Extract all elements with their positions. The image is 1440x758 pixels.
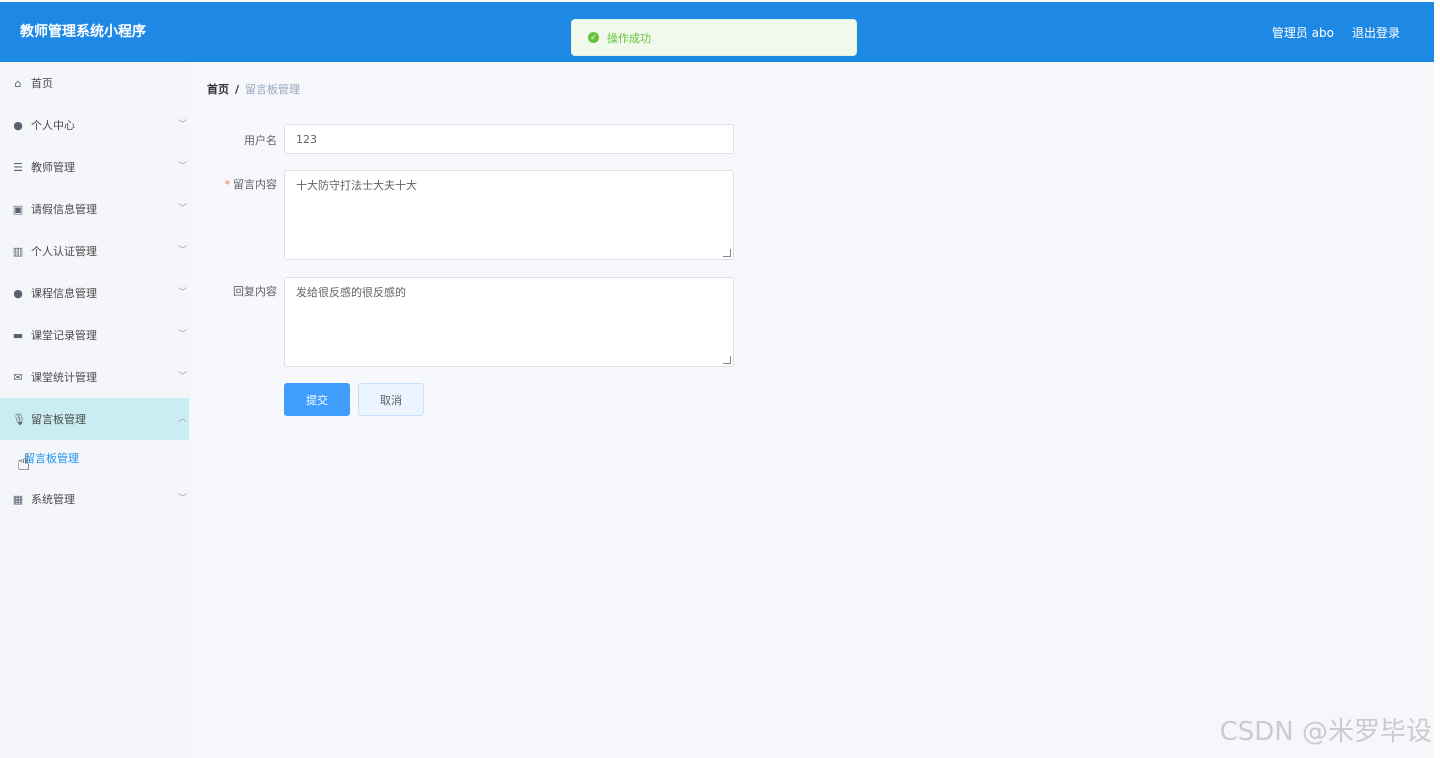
reply-textarea[interactable]: 发给很反感的很反感的 [284,277,734,367]
clipboard-icon: ▣ [12,202,24,216]
breadcrumb-separator: / [235,82,240,96]
grid-icon: ▦ [12,492,24,506]
reply-label: 回复内容 [233,285,277,298]
window-edge [1434,0,1440,758]
required-asterisk: * [224,178,231,191]
cancel-button[interactable]: 取消 [358,383,424,416]
breadcrumb: 首页 / 留言板管理 [207,81,300,97]
sidebar-item-leave-management[interactable]: ▣ 请假信息管理 ﹀ [0,188,189,230]
chevron-down-icon: ﹀ [177,330,187,340]
message-label-text: 留言内容 [233,178,277,191]
username-value: 123 [296,133,317,146]
message-value: 十大防守打法士大夫十大 [296,179,417,192]
resize-handle-icon[interactable] [723,356,731,364]
monitor-icon: ▬ [12,328,24,342]
sidebar-item-teacher-management[interactable]: ☰ 教师管理 ﹀ [0,146,189,188]
breadcrumb-home[interactable]: 首页 [207,81,229,97]
top-header: 教师管理系统小程序 ✓ 操作成功 管理员 abo 退出登录 [0,2,1434,62]
message-edit-form: 用户名 123 * 留言内容 十大防守打法士大夫十大 回复内容 发给很反感的很反感… [197,110,1427,442]
sidebar-item-label: 首页 [31,77,53,90]
sidebar-item-label: 课程信息管理 [31,287,97,300]
sidebar-item-personal-center[interactable]: ● 个人中心 ﹀ [0,104,189,146]
current-user-label: 管理员 abo [1271,26,1334,40]
home-icon: ⌂ [14,76,22,90]
mail-icon: ✉ [13,370,23,384]
app-title: 教师管理系统小程序 [20,24,146,40]
sidebar-item-label: 请假信息管理 [31,203,97,216]
chart-icon: ▥ [12,244,24,258]
chevron-down-icon: ﹀ [177,204,187,214]
sidebar-item-label: 课堂统计管理 [31,371,97,384]
chevron-down-icon: ﹀ [177,494,187,504]
sidebar-item-label: 课堂记录管理 [31,329,97,342]
sidebar-item-label: 留言板管理 [31,413,86,426]
sidebar-item-label: 个人认证管理 [31,245,97,258]
chevron-down-icon: ﹀ [177,162,187,172]
sidebar-item-class-statistics-management[interactable]: ✉ 课堂统计管理 ﹀ [0,356,189,398]
sidebar-item-class-record-management[interactable]: ▬ 课堂记录管理 ﹀ [0,314,189,356]
chevron-up-icon: ︿ [177,414,187,424]
chevron-down-icon: ﹀ [177,120,187,130]
sidebar-item-course-management[interactable]: ● 课程信息管理 ﹀ [0,272,189,314]
header-user-area: 管理员 abo 退出登录 [1272,24,1400,41]
chevron-down-icon: ﹀ [177,288,187,298]
chevron-down-icon: ﹀ [177,372,187,382]
resize-handle-icon[interactable] [723,249,731,257]
username-label: 用户名 [244,134,277,147]
sidebar-item-label: 个人中心 [31,119,75,132]
sidebar-item-system-management[interactable]: ▦ 系统管理 ﹀ [0,478,189,520]
message-textarea[interactable]: 十大防守打法士大夫十大 [284,170,734,260]
submenu-item-label: 留言板管理 [24,452,79,465]
sidebar-item-label: 教师管理 [31,161,75,174]
hand-cursor-icon: ☝ [17,451,31,476]
breadcrumb-current: 留言板管理 [245,83,301,96]
message-label: * 留言内容 [207,176,278,192]
reply-value: 发给很反感的很反感的 [296,286,406,299]
sidebar: ⌂ 首页 ● 个人中心 ﹀ ☰ 教师管理 ﹀ ▣ 请假信息管理 ﹀ ▥ 个人认证… [0,62,189,758]
success-toast: ✓ 操作成功 [571,19,857,56]
list-icon: ☰ [13,160,23,174]
logout-button[interactable]: 退出登录 [1352,24,1400,41]
sidebar-item-label: 系统管理 [31,493,75,506]
sidebar-item-certification-management[interactable]: ▥ 个人认证管理 ﹀ [0,230,189,272]
microphone-icon: 🎙 [12,412,26,426]
main-content: 首页 / 留言板管理 用户名 123 * 留言内容 十大防守打法士大夫十大 回复内… [189,62,1434,758]
chevron-down-icon: ﹀ [177,246,187,256]
toast-message: 操作成功 [607,31,651,45]
user-icon: ● [13,118,23,132]
username-field[interactable]: 123 [284,124,734,154]
sidebar-item-message-board-management[interactable]: 🎙 留言板管理 ︿ [0,398,189,440]
user-icon: ● [13,286,23,300]
sidebar-item-home[interactable]: ⌂ 首页 [0,62,189,104]
csdn-watermark: CSDN @米罗毕设 [1219,717,1432,747]
submit-button[interactable]: 提交 [284,383,350,416]
check-circle-icon: ✓ [588,32,599,43]
